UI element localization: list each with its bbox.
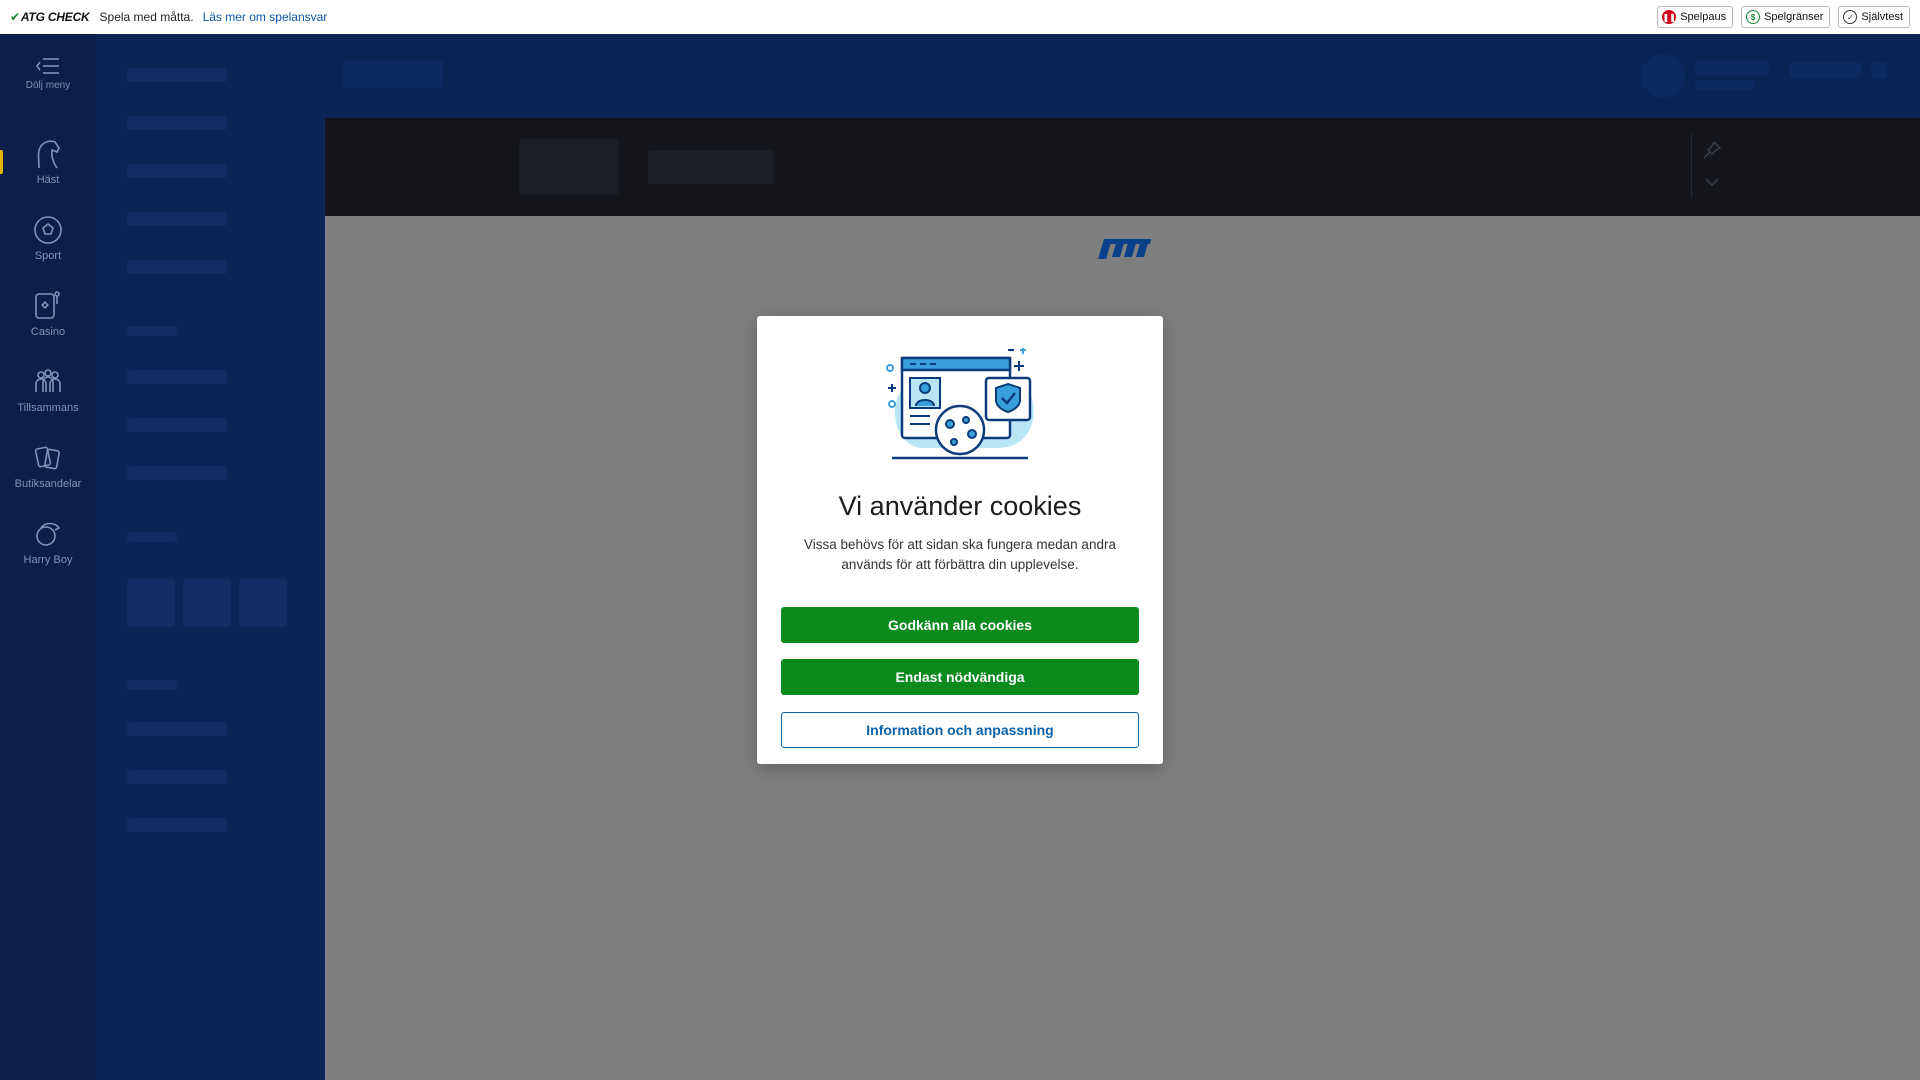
skeleton-line xyxy=(127,68,227,82)
skeleton-avatar xyxy=(1641,54,1685,98)
rail-label-tillsammans: Tillsammans xyxy=(17,402,79,414)
sjalvtest-label: Självtest xyxy=(1861,11,1903,23)
skeleton-line xyxy=(127,722,227,736)
spelgranser-button[interactable]: $ Spelgränser xyxy=(1741,6,1831,28)
cards-icon xyxy=(34,446,60,470)
rail-item-tillsammans[interactable]: Tillsammans xyxy=(0,366,96,414)
sub-header xyxy=(325,118,1920,216)
gaming-controls: ❚❚ Spelpaus $ Spelgränser ✓ Självtest xyxy=(1657,6,1910,28)
limits-icon: $ xyxy=(1746,10,1761,24)
accept-all-cookies-button[interactable]: Godkänn alla cookies xyxy=(781,607,1139,643)
skeleton-tile xyxy=(239,579,287,627)
skeleton-line xyxy=(127,680,177,690)
divider xyxy=(1691,134,1692,198)
rail-label-casino: Casino xyxy=(30,326,66,338)
skeleton-line xyxy=(127,260,227,274)
skeleton-line xyxy=(1789,62,1861,78)
skeleton-block xyxy=(519,139,619,195)
pin-icon[interactable] xyxy=(1702,140,1722,160)
skeleton-tile xyxy=(183,579,231,627)
skeleton-line xyxy=(127,326,177,336)
skeleton-line xyxy=(127,164,227,178)
responsible-gaming-link[interactable]: Läs mer om spelansvar xyxy=(203,10,328,24)
horse-icon xyxy=(37,140,60,169)
icon-rail: Dölj meny Häst Sport Casino Tillsammans xyxy=(0,34,96,1080)
rail-label-harry-boy: Harry Boy xyxy=(23,554,73,566)
skeleton-line xyxy=(127,370,227,384)
skeleton-line xyxy=(127,212,227,226)
menu-collapse-icon xyxy=(36,58,59,74)
rail-item-hast[interactable]: Häst xyxy=(0,138,96,186)
skeleton-tile xyxy=(127,579,175,627)
rail-label-hast: Häst xyxy=(36,174,60,186)
hide-menu-toggle[interactable]: Dölj meny xyxy=(0,56,96,91)
skeleton-line xyxy=(127,532,177,542)
skeleton-icon xyxy=(1871,62,1887,78)
atg-check-logo: ✔ ATG CHECK xyxy=(10,10,90,24)
dialog-title: Vi använder cookies xyxy=(838,491,1082,521)
skeleton-block xyxy=(648,150,774,184)
spelgranser-label: Spelgränser xyxy=(1764,11,1824,23)
responsible-gaming-bar: ✔ ATG CHECK Spela med måtta. Läs mer om … xyxy=(0,0,1920,34)
skeleton-line xyxy=(127,418,227,432)
hide-menu-label: Dölj meny xyxy=(25,80,71,91)
pause-icon: ❚❚ xyxy=(1662,10,1677,24)
site-header xyxy=(325,34,1920,118)
rail-item-sport[interactable]: Sport xyxy=(0,214,96,262)
skeleton-block xyxy=(343,60,443,88)
selftest-icon: ✓ xyxy=(1843,10,1858,24)
spelpaus-label: Spelpaus xyxy=(1680,11,1727,23)
atg-logo-icon xyxy=(1098,239,1152,259)
cookie-illustration-icon xyxy=(886,348,1034,460)
sjalvtest-button[interactable]: ✓ Självtest xyxy=(1838,6,1910,28)
skeleton-line xyxy=(1695,60,1769,76)
dialog-description: Vissa behövs för att sidan ska fungera m… xyxy=(804,537,1116,572)
harry-boy-icon xyxy=(36,522,61,546)
rail-item-butiksandelar[interactable]: Butiksandelar xyxy=(0,442,96,490)
brand-text: ATG CHECK xyxy=(20,10,90,24)
cookie-consent-dialog: Vi använder cookies Vissa behövs för att… xyxy=(757,316,1163,764)
checkmark-icon: ✔ xyxy=(10,10,20,24)
moderation-message: Spela med måtta. xyxy=(99,10,194,24)
rail-item-harry-boy[interactable]: Harry Boy xyxy=(0,518,96,566)
rail-label-sport: Sport xyxy=(34,250,62,262)
rail-label-butiksandelar: Butiksandelar xyxy=(14,478,82,490)
skeleton-line xyxy=(127,770,227,784)
chevron-down-icon[interactable] xyxy=(1704,176,1720,188)
casino-icon xyxy=(35,291,60,319)
skeleton-line xyxy=(127,116,227,130)
group-icon xyxy=(35,369,61,392)
necessary-only-button[interactable]: Endast nödvändiga xyxy=(781,659,1139,695)
skeleton-line xyxy=(127,818,227,832)
skeleton-line xyxy=(127,466,227,480)
spelpaus-button[interactable]: ❚❚ Spelpaus xyxy=(1657,6,1734,28)
information-customize-button[interactable]: Information och anpassning xyxy=(781,712,1139,748)
skeleton-line xyxy=(1695,80,1755,90)
rail-item-casino[interactable]: Casino xyxy=(0,290,96,338)
football-icon xyxy=(34,216,62,244)
menu-panel-loading xyxy=(96,34,325,1080)
